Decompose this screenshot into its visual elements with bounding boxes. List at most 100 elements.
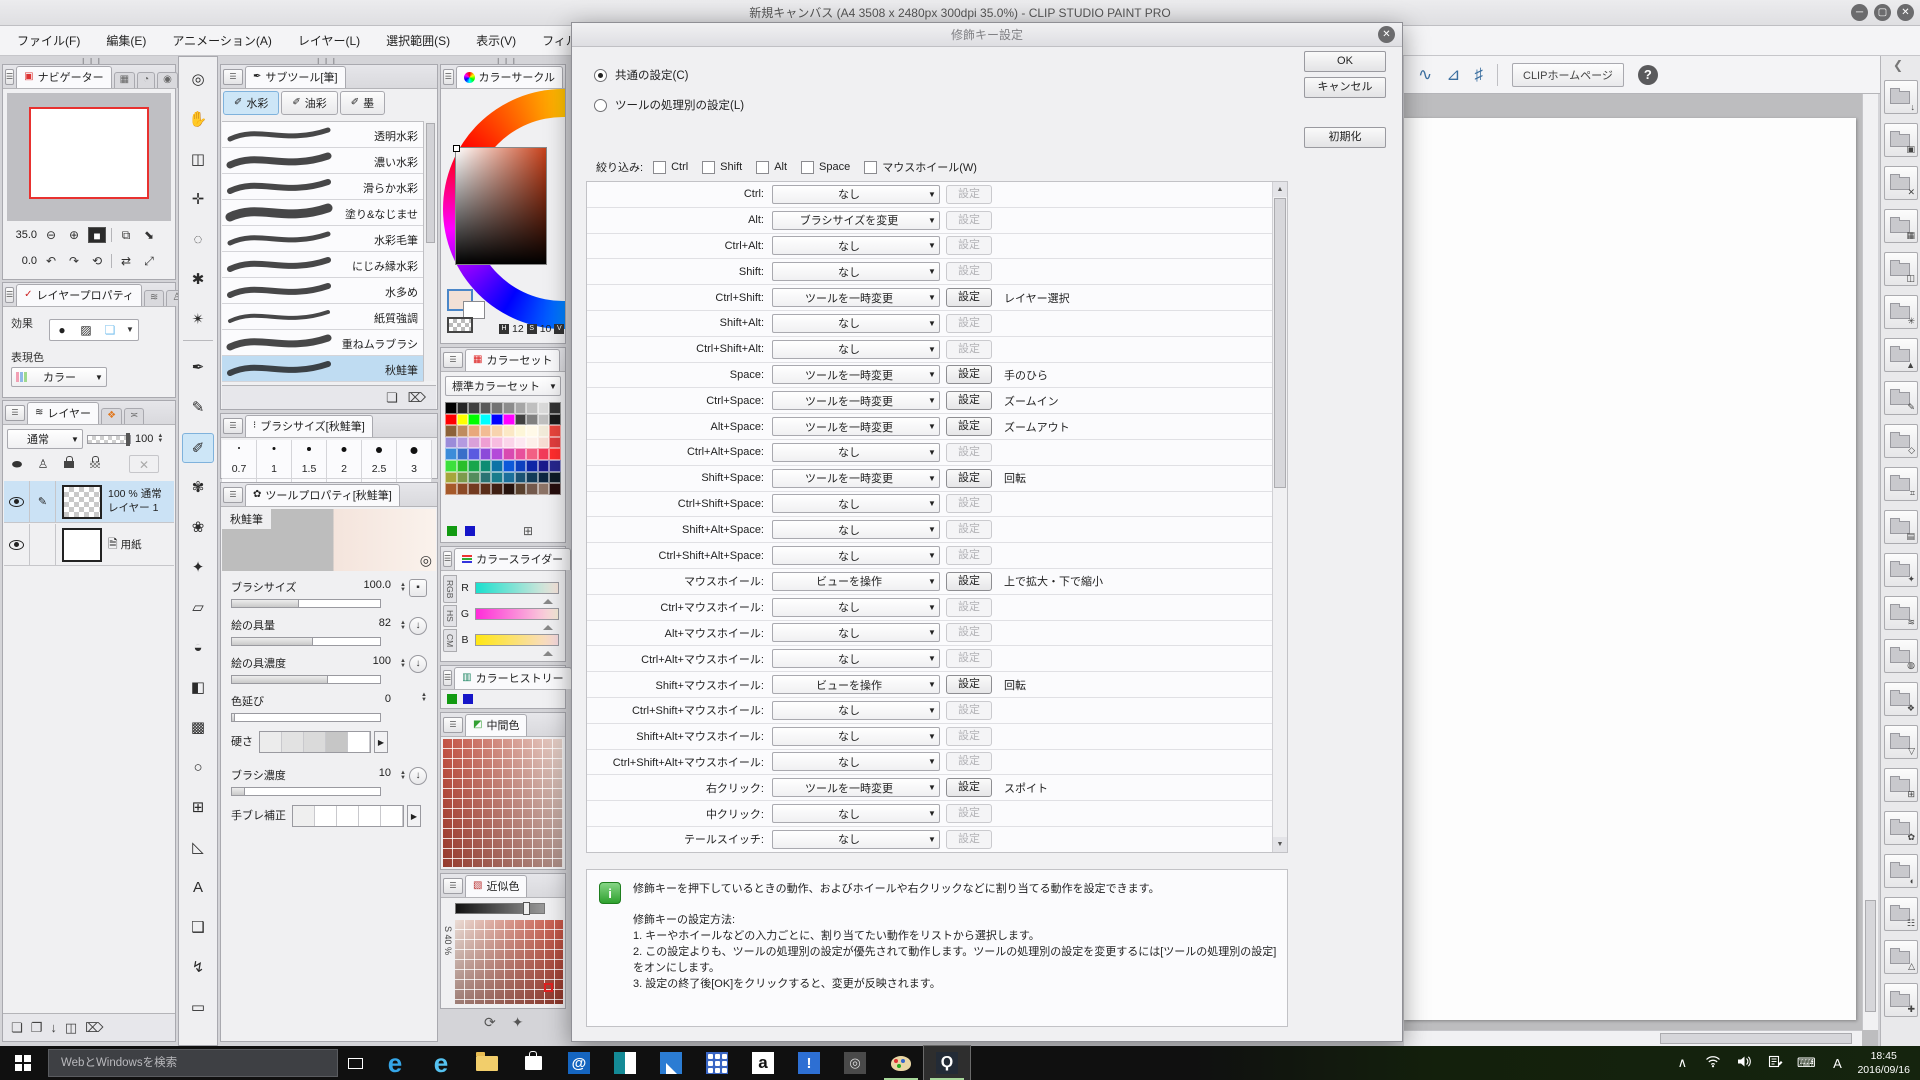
scroll-down-icon[interactable]: ▼ [1273,837,1287,852]
color-swatch[interactable] [457,460,469,472]
fill-tool[interactable]: ◧ [182,673,214,703]
eraser-tool[interactable]: ▱ [182,593,214,623]
blend-clip-icon[interactable]: ⬬ [7,455,27,473]
tab-color-history[interactable]: ▥カラーヒストリー [454,667,571,689]
operate-tool[interactable]: ◫ [182,145,214,175]
clip-homepage-button[interactable]: CLIPホームページ [1512,63,1624,87]
brush-size-cell[interactable]: 1.5 [292,440,327,478]
color-swatch[interactable] [526,437,538,449]
flip-horizontal-icon[interactable]: ⇄ [117,253,135,269]
brush-tool[interactable]: ✐ [182,433,214,463]
color-swatch[interactable] [549,460,561,472]
action-select[interactable]: なし▼ [772,598,940,617]
reset-display-icon[interactable]: ⤢ [140,253,158,269]
file-explorer[interactable] [464,1046,510,1080]
level-block[interactable] [348,732,370,752]
fit-screen-icon[interactable]: ■ [88,227,106,243]
set-button[interactable]: 設定 [946,520,992,539]
set-button[interactable]: 設定 [946,546,992,565]
checkbox-icon[interactable] [864,161,877,174]
brush-size-cell[interactable]: 3 [397,440,432,478]
brush-size-cell[interactable]: 1 [257,440,292,478]
volume-icon[interactable] [1733,1055,1755,1071]
level-block[interactable] [381,806,403,826]
color-swatch[interactable] [480,483,492,495]
hidden-icons-chevron[interactable]: ∧ [1671,1055,1693,1071]
color-swatch[interactable] [526,402,538,414]
figure-tool[interactable]: ○ [182,753,214,783]
color-swatch[interactable] [491,448,503,460]
pen-notes-icon[interactable] [1764,1055,1786,1071]
color-swatch[interactable] [503,460,515,472]
color-swatch[interactable] [515,402,527,414]
color-swatch[interactable] [538,483,550,495]
internet-explorer[interactable]: e [418,1046,464,1080]
tab-color-set[interactable]: ▦カラーセット [465,349,560,371]
slider-mode-CM[interactable]: CM [443,629,457,652]
color-swatch[interactable] [480,437,492,449]
rotate-right-icon[interactable]: ↷ [65,253,83,269]
panel-menu-icon[interactable]: ☰ [443,878,463,894]
transfer-layer-icon[interactable]: ↓ [50,1020,57,1035]
level-block[interactable] [337,806,359,826]
panel-menu-icon[interactable]: ☰ [5,69,14,85]
action-select[interactable]: なし▼ [772,314,940,333]
color-swatch[interactable] [445,483,457,495]
middle-color-grid[interactable] [443,739,563,867]
balloon-tool[interactable]: ❑ [182,913,214,943]
refresh-colors-icon[interactable]: ⟳ [484,1014,496,1031]
tone-effect-icon[interactable]: ▨ [74,320,98,340]
help-icon[interactable]: ? [1638,65,1658,85]
material-folder-button[interactable]: ≋ [1884,596,1918,630]
tab-subtool[interactable]: ✒サブツール[筆] [245,66,346,88]
wifi-icon[interactable] [1702,1055,1724,1071]
color-swatch[interactable] [526,460,538,472]
gradient-tool[interactable]: ▩ [182,713,214,743]
color-swatch[interactable] [457,472,469,484]
set-button[interactable]: 設定 [946,391,992,410]
expand-icon[interactable]: ▶ [374,731,388,753]
action-select[interactable]: ツールを一時変更▼ [772,469,940,488]
channel-gradient[interactable] [475,582,559,594]
canvas-hscrollbar[interactable] [1404,1030,1862,1046]
color-swatch[interactable] [503,425,515,437]
zoom-in-icon[interactable]: ⊕ [65,227,83,243]
color-swatch[interactable] [445,425,457,437]
color-swatch[interactable] [491,437,503,449]
set-button[interactable]: 設定 [946,469,992,488]
set-button[interactable]: 設定 [946,494,992,513]
approx-color-grid[interactable] [455,920,563,1004]
tab-brush-size[interactable]: ⁝ブラシサイズ[秋鮭筆] [245,415,373,437]
layer-row[interactable]: 🗎 用紙 [4,524,174,566]
level-block[interactable] [326,732,348,752]
material-folder-button[interactable]: ✳ [1884,295,1918,329]
dynamics-button[interactable]: ↓ [409,617,427,635]
opacity-spinner[interactable]: ▲▼ [157,434,163,444]
filter-check-マウスホイール(W)[interactable]: マウスホイール(W) [864,159,977,175]
rotate-left-icon[interactable]: ↶ [42,253,60,269]
mail-app[interactable]: @ [556,1046,602,1080]
material-folder-button[interactable]: ▣ [1884,123,1918,157]
level-block[interactable] [359,806,381,826]
navigator-canvas-frame[interactable] [29,107,149,199]
value-icon[interactable]: V [554,324,564,334]
color-swatch[interactable] [549,483,561,495]
taskbar-clock[interactable]: 18:45 2016/09/16 [1857,1049,1910,1077]
expand-icon[interactable]: ▶ [407,805,421,827]
subtool-group-油彩[interactable]: ✐油彩 [281,91,337,115]
reset-rotation-icon[interactable]: ⟲ [88,253,106,269]
set-button[interactable]: 設定 [946,830,992,849]
selection-tool[interactable]: ◌ [182,225,214,255]
menu-item[interactable]: ファイル(F) [4,26,93,56]
blend-mode-select[interactable]: 通常▼ [7,429,83,449]
new-layer-icon[interactable]: ❏ [11,1020,23,1036]
mask-disable-icon[interactable]: ✕ [129,455,159,473]
color-swatch[interactable] [468,402,480,414]
initialize-button[interactable]: 初期化 [1304,127,1386,148]
frame-tool[interactable]: ⊞ [182,793,214,823]
scrollbar-thumb[interactable] [426,123,435,243]
color-swatch[interactable] [457,437,469,449]
panel-menu-icon[interactable]: ☰ [223,487,243,503]
channel-gradient[interactable] [475,634,559,646]
history-color-chip[interactable] [463,694,473,704]
